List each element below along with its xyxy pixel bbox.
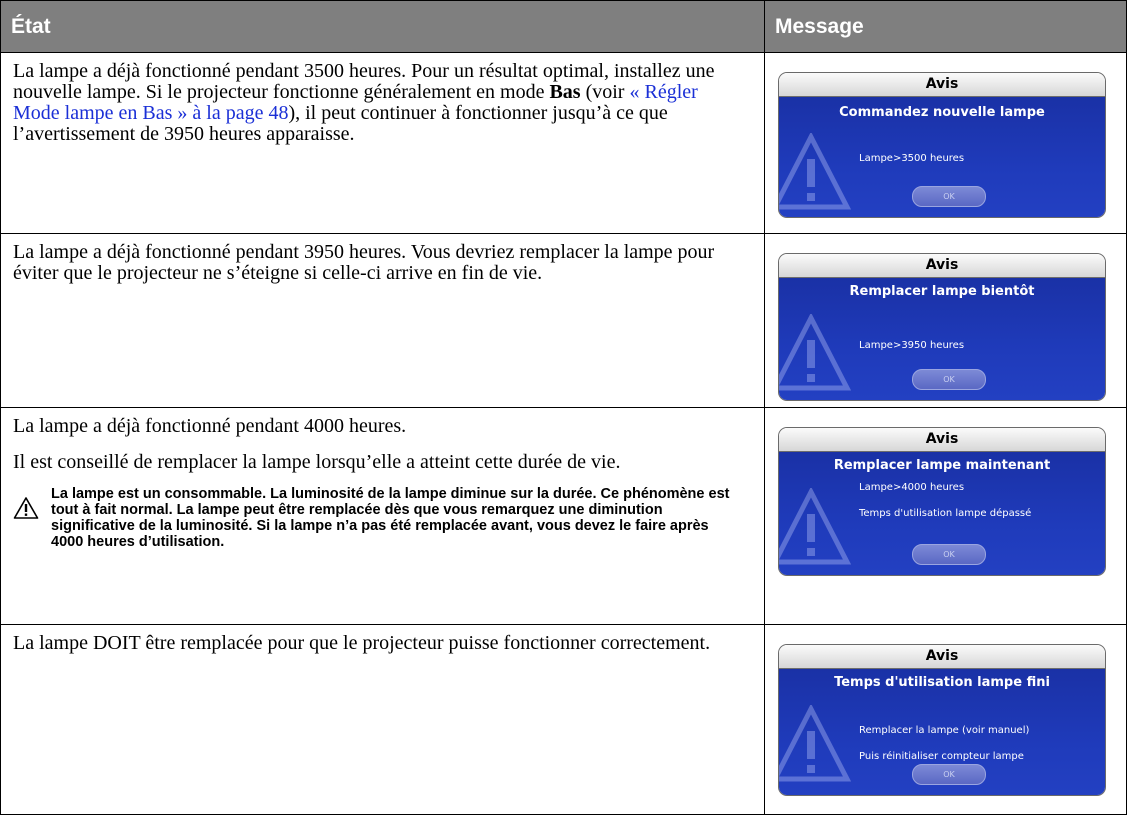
table-row: La lampe a déjà fonctionné pendant 3500 … — [0, 52, 1127, 234]
message-cell: Avis Commandez nouvelle lampe Lampe>3500… — [764, 52, 1127, 234]
state-paragraph: La lampe DOIT être remplacée pour que le… — [13, 632, 711, 654]
column-header-message: Message — [764, 0, 1127, 53]
table-row: La lampe a déjà fonctionné pendant 3950 … — [0, 233, 1127, 408]
warning-note-text: La lampe est un consommable. La luminosi… — [51, 486, 730, 550]
dialog-title: Avis — [779, 645, 1105, 669]
dialog-line: Remplacer la lampe (voir manuel) — [859, 725, 1030, 736]
dialog-heading: Temps d'utilisation lampe fini — [834, 675, 1050, 690]
message-cell: Avis Temps d'utilisation lampe fini Remp… — [764, 624, 1127, 815]
mode-low-bold: Bas — [549, 81, 581, 103]
table-row: La lampe a déjà fonctionné pendant 4000 … — [0, 407, 1127, 625]
ok-button[interactable]: OK — [912, 369, 986, 390]
dialog-title: Avis — [779, 428, 1105, 452]
dialog-body: Commandez nouvelle lampe Lampe>3500 heur… — [779, 97, 1105, 217]
notice-dialog: Avis Temps d'utilisation lampe fini Remp… — [779, 645, 1105, 795]
state-paragraph: La lampe a déjà fonctionné pendant 3500 … — [13, 61, 744, 145]
dialog-line: Lampe>4000 heures — [859, 482, 965, 493]
warning-icon — [13, 486, 47, 550]
lamp-status-table: État Message La lampe a déjà fonctionné … — [0, 0, 1127, 815]
dialog-heading: Commandez nouvelle lampe — [839, 105, 1045, 120]
table-row: La lampe DOIT être remplacée pour que le… — [0, 624, 1127, 815]
dialog-heading: Remplacer lampe bientôt — [849, 284, 1035, 299]
notice-dialog: Avis Commandez nouvelle lampe Lampe>3500… — [779, 73, 1105, 217]
message-cell: Avis Remplacer lampe bientôt Lampe>3950 … — [764, 233, 1127, 408]
dialog-line: Puis réinitialiser compteur lampe — [859, 751, 1024, 762]
state-cell: La lampe DOIT être remplacée pour que le… — [0, 624, 765, 815]
state-paragraph: La lampe a déjà fonctionné pendant 3950 … — [13, 241, 715, 284]
message-cell: Avis Remplacer lampe maintenant Lampe>40… — [764, 407, 1127, 625]
notice-dialog: Avis Remplacer lampe maintenant Lampe>40… — [779, 428, 1105, 575]
notice-dialog: Avis Remplacer lampe bientôt Lampe>3950 … — [779, 254, 1105, 400]
ok-button[interactable]: OK — [912, 764, 986, 785]
dialog-body: Remplacer lampe maintenant Lampe>4000 he… — [779, 452, 1105, 575]
state-cell: La lampe a déjà fonctionné pendant 3950 … — [0, 233, 765, 408]
dialog-body: Temps d'utilisation lampe fini Remplacer… — [779, 669, 1105, 795]
state-text: (voir — [580, 81, 630, 103]
dialog-heading: Remplacer lampe maintenant — [833, 458, 1051, 473]
ok-button[interactable]: OK — [912, 544, 986, 565]
dialog-title: Avis — [779, 254, 1105, 278]
state-cell: La lampe a déjà fonctionné pendant 4000 … — [0, 407, 765, 625]
warning-watermark-icon — [779, 488, 851, 565]
column-header-state: État — [0, 0, 765, 53]
state-paragraph: Il est conseillé de remplacer la lampe l… — [13, 451, 621, 473]
ok-button[interactable]: OK — [912, 186, 986, 207]
dialog-title: Avis — [779, 73, 1105, 97]
table-header-row: État Message — [0, 0, 1127, 53]
warning-watermark-icon — [779, 314, 851, 391]
dialog-body: Remplacer lampe bientôt Lampe>3950 heure… — [779, 278, 1105, 400]
dialog-line: Lampe>3950 heures — [859, 340, 965, 351]
state-cell: La lampe a déjà fonctionné pendant 3500 … — [0, 52, 765, 234]
warning-note: La lampe est un consommable. La luminosi… — [13, 486, 744, 550]
warning-watermark-icon — [779, 705, 851, 782]
state-paragraph: La lampe a déjà fonctionné pendant 4000 … — [13, 415, 407, 437]
warning-watermark-icon — [779, 133, 851, 210]
dialog-line: Lampe>3500 heures — [859, 153, 965, 164]
dialog-line: Temps d'utilisation lampe dépassé — [859, 508, 1032, 519]
